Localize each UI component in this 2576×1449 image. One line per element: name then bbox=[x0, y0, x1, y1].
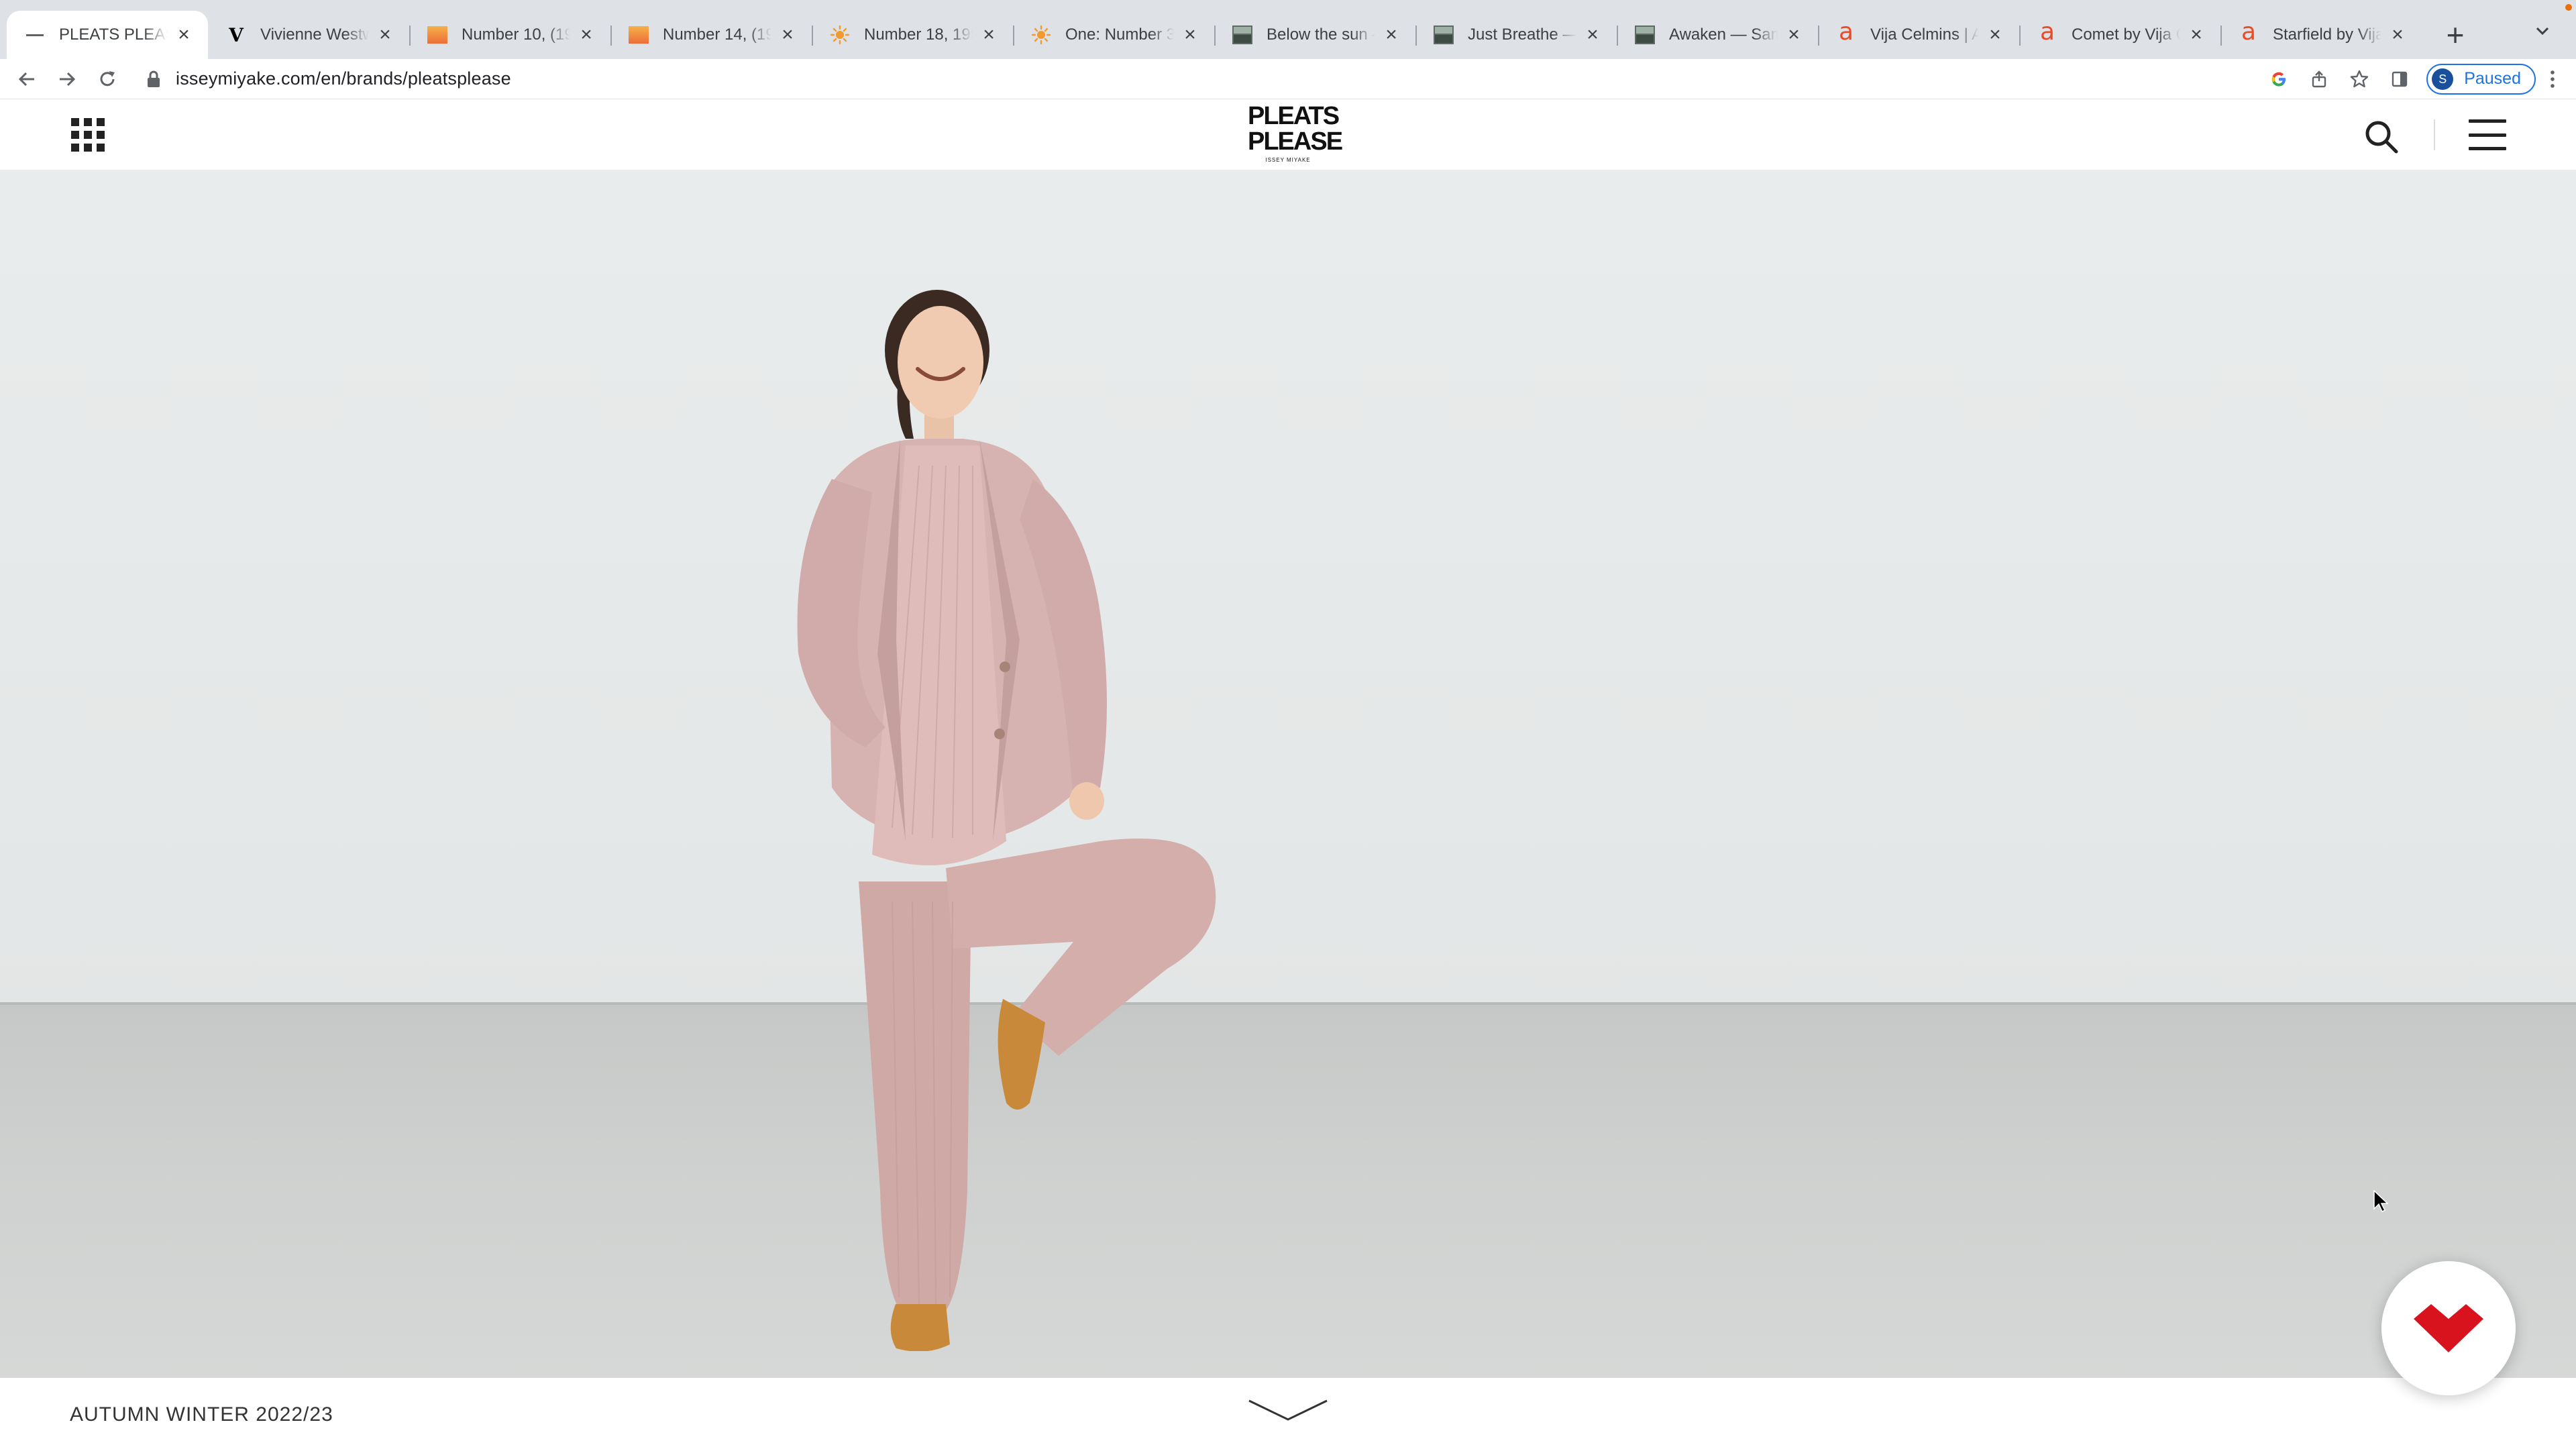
url-text: isseymiyake.com/en/brands/pleatsplease bbox=[176, 68, 511, 89]
tab-title: Awaken — Samantha bbox=[1669, 25, 1778, 44]
browser-tab[interactable]: PLEATS PLEASE × bbox=[7, 11, 208, 59]
forward-button[interactable] bbox=[47, 59, 87, 99]
close-icon[interactable]: × bbox=[1986, 25, 2004, 45]
side-panel-button[interactable] bbox=[2379, 59, 2420, 99]
profile-status: Paused bbox=[2464, 69, 2521, 88]
hamburger-menu-icon[interactable] bbox=[2469, 119, 2506, 150]
hero-image bbox=[0, 170, 2576, 1378]
dash-icon bbox=[24, 24, 46, 46]
close-icon[interactable]: × bbox=[1382, 25, 1401, 45]
tab-title: Starfield by Vija Celmins bbox=[2273, 25, 2381, 44]
artsy-a-icon: a bbox=[2241, 18, 2257, 46]
bookmark-button[interactable] bbox=[2339, 59, 2379, 99]
browser-menu-button[interactable] bbox=[2536, 59, 2569, 99]
search-icon[interactable] bbox=[2363, 118, 2400, 156]
tab-title: Number 18, 1950 bbox=[864, 25, 973, 44]
browser-tab[interactable]: a Starfield by Vija Celmins × bbox=[2220, 11, 2422, 59]
tab-title: One: Number 31, 1950 bbox=[1065, 25, 1174, 44]
address-bar[interactable]: isseymiyake.com/en/brands/pleatsplease bbox=[146, 59, 511, 99]
side-panel-icon bbox=[2392, 71, 2408, 87]
google-g-icon bbox=[2271, 72, 2286, 87]
tab-title: Just Breathe — Samantha bbox=[1468, 25, 1576, 44]
new-tab-button[interactable]: + bbox=[2435, 11, 2475, 59]
browser-tab[interactable]: Just Breathe — Samantha × bbox=[1415, 11, 1617, 59]
landscape-thumbnail-icon bbox=[1433, 24, 1454, 46]
share-button[interactable] bbox=[2299, 59, 2339, 99]
close-icon[interactable]: × bbox=[577, 25, 596, 45]
sun-icon bbox=[829, 24, 851, 46]
browser-tab[interactable]: Number 10, (1950) × bbox=[409, 11, 610, 59]
landscape-thumbnail-icon bbox=[1232, 24, 1253, 46]
browser-toolbar: isseymiyake.com/en/brands/pleatsplease S… bbox=[0, 59, 2576, 99]
browser-tab-strip: PLEATS PLEASE × V Vivienne Westwood × Nu… bbox=[0, 0, 2576, 59]
browser-tab[interactable]: Below the sun — × bbox=[1214, 11, 1415, 59]
avatar: S bbox=[2432, 68, 2454, 90]
logo-subtitle: ISSEY MIYAKE bbox=[1265, 157, 1311, 163]
browser-tab[interactable]: a Comet by Vija Celmins × bbox=[2019, 11, 2220, 59]
browser-tab[interactable]: a Vija Celmins | Artsy × bbox=[1818, 11, 2019, 59]
sun-icon bbox=[1030, 24, 1052, 46]
mouse-cursor-icon bbox=[2373, 1190, 2388, 1213]
close-icon[interactable]: × bbox=[1181, 25, 1199, 45]
profile-button[interactable]: S Paused bbox=[2426, 63, 2536, 95]
browser-tab[interactable]: Number 14, (1960) × bbox=[610, 11, 812, 59]
close-icon[interactable]: × bbox=[778, 25, 797, 45]
reload-button[interactable] bbox=[87, 59, 127, 99]
close-icon[interactable]: × bbox=[2187, 25, 2206, 45]
grid-menu-icon[interactable] bbox=[71, 118, 105, 152]
tab-title: Number 14, (1960) bbox=[663, 25, 771, 44]
artsy-a-icon: a bbox=[2039, 18, 2055, 46]
arrow-right-icon bbox=[60, 72, 76, 86]
header-divider bbox=[2434, 119, 2435, 150]
close-icon[interactable]: × bbox=[979, 25, 998, 45]
close-icon[interactable]: × bbox=[174, 25, 193, 45]
tab-title: Below the sun — bbox=[1267, 25, 1375, 44]
browser-tab[interactable]: Awaken — Samantha × bbox=[1617, 11, 1818, 59]
share-icon bbox=[2312, 70, 2326, 87]
season-bar: AUTUMN WINTER 2022/23 bbox=[0, 1378, 2576, 1449]
reload-icon bbox=[100, 70, 115, 86]
model-figure bbox=[797, 290, 1216, 1351]
close-icon[interactable]: × bbox=[1583, 25, 1602, 45]
season-label: AUTUMN WINTER 2022/23 bbox=[70, 1403, 333, 1426]
browser-tab[interactable]: V Vivienne Westwood × bbox=[208, 11, 409, 59]
tab-title: PLEATS PLEASE bbox=[59, 25, 168, 44]
site-logo[interactable]: PLEATS PLEASE ISSEY MIYAKE bbox=[1248, 102, 1343, 168]
site-header: PLEATS PLEASE ISSEY MIYAKE bbox=[0, 99, 2576, 170]
floor bbox=[0, 1002, 2576, 1378]
logo-line2: PLEASE bbox=[1248, 127, 1343, 156]
red-heart-logo-icon bbox=[2414, 1304, 2483, 1352]
browser-tab[interactable]: One: Number 31, 1950 × bbox=[1013, 11, 1214, 59]
more-vertical-icon bbox=[2551, 70, 2555, 88]
v-logo-icon: V bbox=[229, 23, 244, 46]
chevron-down-icon[interactable] bbox=[2529, 17, 2556, 44]
close-icon[interactable]: × bbox=[1784, 25, 1803, 45]
painting-thumbnail-icon bbox=[427, 24, 448, 46]
browser-tab[interactable]: Number 18, 1950 × bbox=[812, 11, 1013, 59]
star-icon bbox=[2351, 70, 2369, 87]
artsy-a-icon: a bbox=[1838, 18, 1854, 46]
landscape-thumbnail-icon bbox=[1634, 24, 1656, 46]
tab-title: Vija Celmins | Artsy bbox=[1870, 25, 1979, 44]
notification-dot bbox=[2565, 4, 2572, 11]
lock-icon bbox=[148, 70, 160, 87]
tab-title: Number 10, (1950) bbox=[462, 25, 570, 44]
google-lens-button[interactable] bbox=[2259, 59, 2299, 99]
arrow-left-icon bbox=[18, 72, 34, 86]
chat-widget-button[interactable] bbox=[2381, 1261, 2516, 1395]
logo-line1: PLEATS bbox=[1248, 102, 1340, 130]
back-button[interactable] bbox=[7, 59, 47, 99]
scroll-down-chevron-icon[interactable] bbox=[1246, 1397, 1330, 1424]
painting-thumbnail-icon bbox=[628, 24, 649, 46]
close-icon[interactable]: × bbox=[376, 25, 394, 45]
tab-title: Comet by Vija Celmins bbox=[2072, 25, 2180, 44]
floor-line bbox=[0, 1002, 2576, 1005]
tab-title: Vivienne Westwood bbox=[260, 25, 369, 44]
close-icon[interactable]: × bbox=[2388, 25, 2407, 45]
